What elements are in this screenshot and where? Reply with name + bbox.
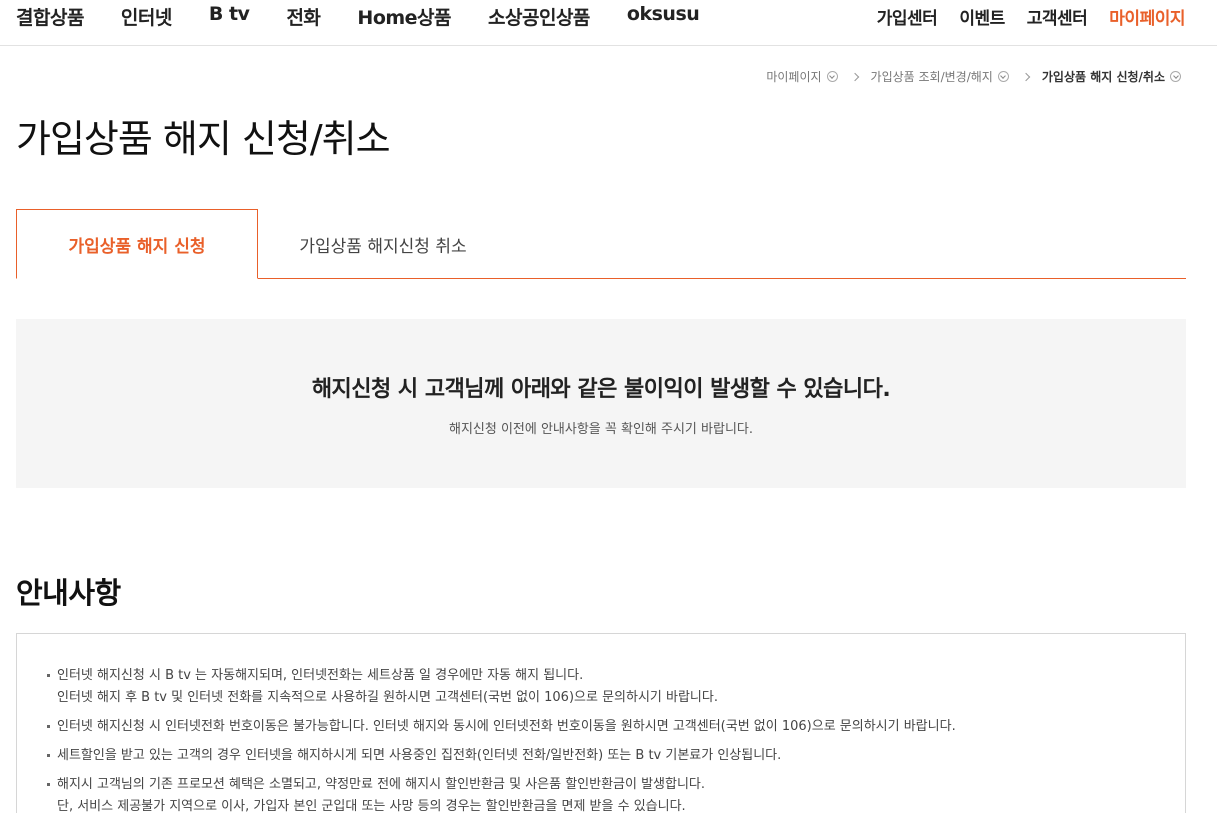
chevron-down-icon[interactable] — [826, 71, 838, 82]
section-title: 안내사항 — [16, 576, 121, 610]
breadcrumb-label: 가입상품 해지 신청/취소 — [1041, 70, 1165, 84]
nav-bundle-products[interactable]: 결합상품 — [16, 3, 84, 30]
breadcrumb-label: 마이페이지 — [766, 70, 822, 84]
info-line: 인터넷 해지신청 시 B tv 는 자동해지되며, 인터넷전화는 세트상품 일 … — [57, 668, 584, 683]
info-line: 해지시 고객님의 기존 프로모션 혜택은 소멸되고, 약정만료 전에 해지시 할… — [57, 777, 706, 792]
chevron-down-icon[interactable] — [997, 71, 1009, 82]
main-menu: 결합상품 인터넷 B tv 전화 Home상품 소상공인상품 oksusu — [16, 3, 736, 30]
notice-title: 해지신청 시 고객님께 아래와 같은 불이익이 발생할 수 있습니다. — [311, 377, 891, 402]
list-item: 세트할인을 받고 있는 고객의 경우 인터넷을 해지하시게 되면 사용중인 집전… — [47, 745, 1185, 767]
list-item: 인터넷 해지신청 시 인터넷전화 번호이동은 불가능합니다. 인터넷 해지와 동… — [47, 716, 1185, 738]
info-list: 인터넷 해지신청 시 B tv 는 자동해지되며, 인터넷전화는 세트상품 일 … — [16, 633, 1186, 813]
info-line: 세트할인을 받고 있는 고객의 경우 인터넷을 해지하시게 되면 사용중인 집전… — [57, 748, 782, 763]
page-title: 가입상품 해지 신청/취소 — [16, 117, 391, 161]
chevron-down-icon[interactable] — [1170, 71, 1181, 82]
notice-box: 해지신청 시 고객님께 아래와 같은 불이익이 발생할 수 있습니다. 해지신청… — [16, 319, 1186, 488]
tab-cancel-request[interactable]: 가입상품 해지 신청 — [16, 209, 258, 279]
breadcrumb: 마이페이지 가입상품 조회/변경/해지 가입상품 해지 신청/취소 — [766, 68, 1181, 85]
notice-subtitle: 해지신청 이전에 안내사항을 꼭 확인해 주시기 바랍니다. — [448, 422, 753, 437]
list-item: 인터넷 해지신청 시 B tv 는 자동해지되며, 인터넷전화는 세트상품 일 … — [47, 665, 1185, 709]
utility-menu: 가입센터 이벤트 고객센터 마이페이지 — [855, 4, 1186, 29]
tab-bar: 가입상품 해지 신청 가입상품 해지신청 취소 — [16, 209, 1186, 279]
nav-internet[interactable]: 인터넷 — [121, 3, 172, 30]
nav-small-business[interactable]: 소상공인상품 — [488, 3, 590, 30]
breadcrumb-item-current[interactable]: 가입상품 해지 신청/취소 — [1042, 68, 1181, 85]
top-navigation: 결합상품 인터넷 B tv 전화 Home상품 소상공인상품 oksusu 가입… — [0, 0, 1217, 46]
nav-customer-center[interactable]: 고객센터 — [1027, 4, 1088, 29]
nav-home-products[interactable]: Home상품 — [357, 3, 451, 30]
breadcrumb-item-products-manage[interactable]: 가입상품 조회/변경/해지 — [871, 68, 1009, 85]
nav-events[interactable]: 이벤트 — [959, 4, 1005, 29]
nav-btv[interactable]: B tv — [209, 3, 250, 30]
chevron-right-icon — [1021, 72, 1031, 81]
info-line: 인터넷 해지 후 B tv 및 인터넷 전화를 지속적으로 사용하길 원하시면 … — [57, 690, 718, 705]
breadcrumb-item-my-page[interactable]: 마이페이지 — [766, 68, 838, 85]
tab-cancel-request-withdraw[interactable]: 가입상품 해지신청 취소 — [258, 209, 508, 279]
breadcrumb-label: 가입상품 조회/변경/해지 — [870, 70, 993, 84]
nav-oksusu[interactable]: oksusu — [627, 3, 700, 30]
nav-phone[interactable]: 전화 — [286, 3, 320, 30]
nav-my-page[interactable]: 마이페이지 — [1109, 4, 1185, 29]
nav-signup-center[interactable]: 가입센터 — [877, 4, 938, 29]
list-item: 해지시 고객님의 기존 프로모션 혜택은 소멸되고, 약정만료 전에 해지시 할… — [47, 774, 1185, 813]
info-line: 인터넷 해지신청 시 인터넷전화 번호이동은 불가능합니다. 인터넷 해지와 동… — [57, 719, 956, 734]
info-line: 단, 서비스 제공불가 지역으로 이사, 가입자 본인 군입대 또는 사망 등의… — [57, 799, 686, 813]
chevron-right-icon — [850, 72, 859, 81]
